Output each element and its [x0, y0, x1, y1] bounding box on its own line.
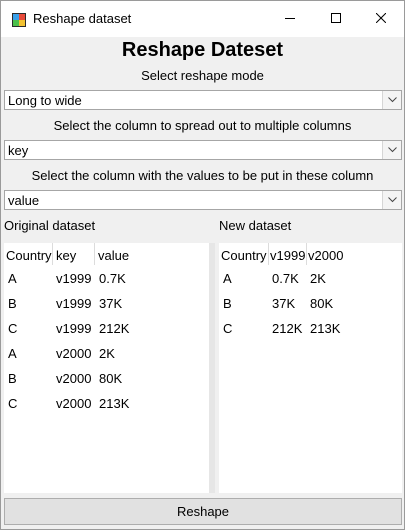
table-cell[interactable]: 213K — [99, 396, 129, 411]
table-cell[interactable]: A — [8, 271, 17, 286]
close-icon — [375, 10, 387, 28]
value-column-select-value: value — [8, 193, 40, 208]
title-bar[interactable]: Reshape dataset — [1, 1, 404, 37]
table-cell[interactable]: B — [223, 296, 232, 311]
window-title: Reshape dataset — [33, 11, 132, 26]
table-cell[interactable]: v1999 — [56, 321, 91, 336]
reshape-button[interactable]: Reshape — [4, 498, 402, 525]
app-grid-icon — [11, 12, 27, 28]
spread-column-label: Select the column to spread out to multi… — [53, 118, 352, 133]
spread-column-select-value: key — [8, 143, 29, 158]
table-cell[interactable]: v2000 — [56, 396, 91, 411]
close-button[interactable] — [358, 1, 404, 37]
page-title: Reshape Dateset — [121, 39, 284, 61]
maximize-icon — [331, 10, 341, 28]
chevron-down-icon[interactable] — [382, 91, 401, 109]
spread-column-select[interactable]: key — [4, 140, 402, 160]
table-cell[interactable]: v1999 — [56, 271, 91, 286]
table-cell[interactable]: C — [223, 321, 232, 336]
new-header-v1999[interactable]: v1999 — [270, 248, 305, 263]
new-dataset-title: New dataset — [219, 218, 292, 233]
table-cell[interactable]: 80K — [310, 296, 333, 311]
value-column-label: Select the column with the values to be … — [31, 168, 374, 183]
table-cell[interactable]: 0.7K — [272, 271, 299, 286]
value-column-select[interactable]: value — [4, 190, 402, 210]
reshape-dataset-window: Reshape dataset Reshape Dateset Select r… — [0, 0, 405, 530]
table-cell[interactable]: 0.7K — [99, 271, 126, 286]
table-cell[interactable]: 37K — [272, 296, 295, 311]
mode-select-value: Long to wide — [8, 93, 82, 108]
table-cell[interactable]: C — [8, 321, 17, 336]
new-header-v2000[interactable]: v2000 — [308, 248, 343, 263]
table-cell[interactable]: 80K — [99, 371, 122, 386]
chevron-down-icon[interactable] — [382, 191, 401, 209]
table-cell[interactable]: v2000 — [56, 346, 91, 361]
original-header-country[interactable]: Country — [6, 248, 52, 263]
table-cell[interactable]: v2000 — [56, 371, 91, 386]
table-cell[interactable]: 212K — [99, 321, 129, 336]
table-cell[interactable]: A — [8, 346, 17, 361]
mode-select[interactable]: Long to wide — [4, 90, 402, 110]
table-cell[interactable]: 2K — [310, 271, 326, 286]
table-cell[interactable]: B — [8, 296, 17, 311]
table-cell[interactable]: A — [223, 271, 232, 286]
table-cell[interactable]: B — [8, 371, 17, 386]
column-divider[interactable] — [52, 243, 53, 265]
table-cell[interactable]: 213K — [310, 321, 340, 336]
new-header-country[interactable]: Country — [221, 248, 267, 263]
chevron-down-icon[interactable] — [382, 141, 401, 159]
minimize-icon — [285, 10, 295, 28]
table-cell[interactable]: C — [8, 396, 17, 411]
table-cell[interactable]: v1999 — [56, 296, 91, 311]
table-cell[interactable]: 212K — [272, 321, 302, 336]
table-cell[interactable]: 2K — [99, 346, 115, 361]
original-table-scrollbar[interactable] — [209, 243, 215, 493]
mode-label: Select reshape mode — [141, 68, 264, 83]
minimize-button[interactable] — [267, 1, 313, 37]
original-dataset-title: Original dataset — [4, 218, 96, 233]
column-divider[interactable] — [94, 243, 95, 265]
maximize-button[interactable] — [313, 1, 359, 37]
original-header-key[interactable]: key — [56, 248, 76, 263]
column-divider[interactable] — [268, 243, 269, 265]
original-header-value[interactable]: value — [98, 248, 129, 263]
table-cell[interactable]: 37K — [99, 296, 122, 311]
column-divider[interactable] — [306, 243, 307, 265]
